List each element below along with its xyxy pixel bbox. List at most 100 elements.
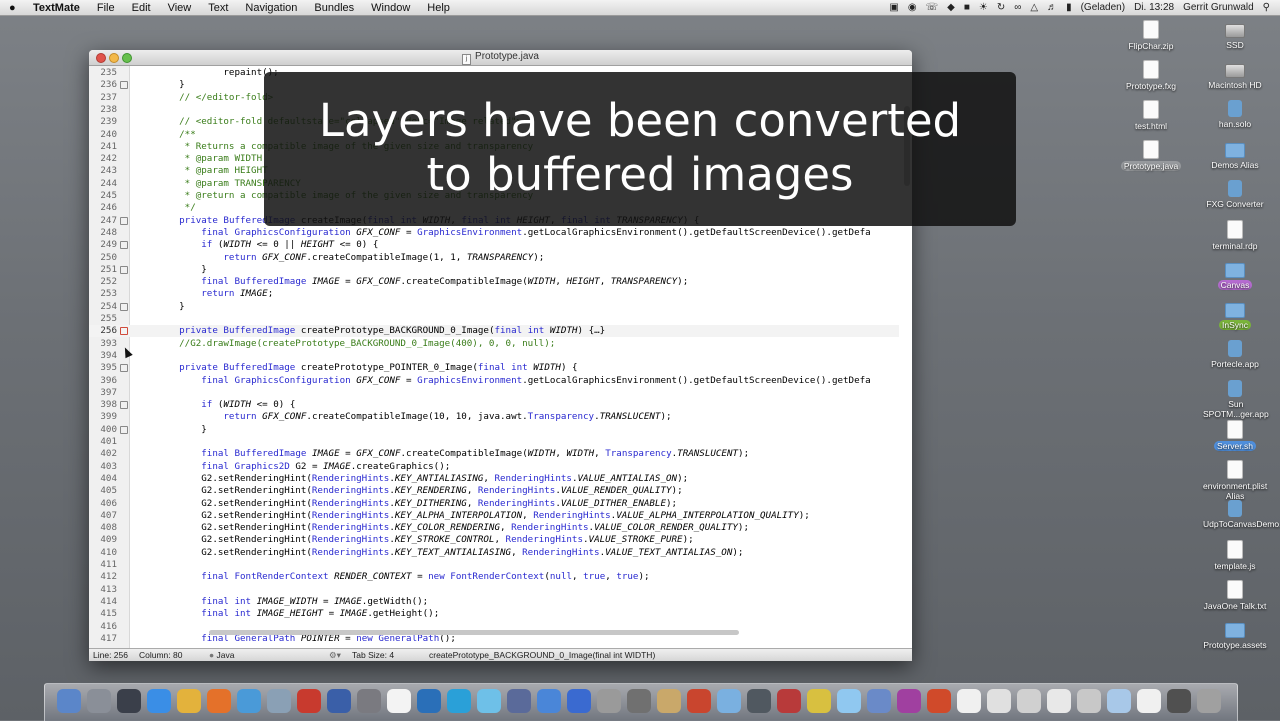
desktop-icon[interactable]: JavaOne Talk.txt: [1200, 580, 1270, 611]
app-store-icon[interactable]: [147, 689, 171, 713]
fold-marker-collapsed-icon[interactable]: [120, 327, 128, 336]
messages-icon[interactable]: ■: [964, 2, 970, 13]
fold-marker-icon[interactable]: [120, 81, 128, 90]
desktop-icon[interactable]: Canvas: [1200, 260, 1270, 290]
tools-icon[interactable]: [627, 689, 651, 713]
menu-edit[interactable]: Edit: [132, 2, 151, 14]
wrench-icon[interactable]: [1047, 689, 1071, 713]
battery-icon[interactable]: ▮: [1066, 2, 1072, 13]
slides-icon[interactable]: [897, 689, 921, 713]
finder-icon[interactable]: [57, 689, 81, 713]
code-line[interactable]: 415 final int IMAGE_HEIGHT = IMAGE.getHe…: [89, 608, 899, 620]
code-line[interactable]: 250 return GFX_CONF.createCompatibleImag…: [89, 252, 899, 264]
desktop-icon[interactable]: Prototype.assets: [1200, 620, 1270, 650]
fold-marker-icon[interactable]: [120, 401, 128, 410]
user-name[interactable]: Gerrit Grunwald: [1183, 2, 1254, 13]
skype-icon[interactable]: [447, 689, 471, 713]
menu-window[interactable]: Window: [371, 2, 410, 14]
desktop-icon[interactable]: FlipChar.zip: [1116, 20, 1186, 51]
vm-icon[interactable]: [747, 689, 771, 713]
code-line[interactable]: 256 private BufferedImage createPrototyp…: [89, 325, 899, 338]
language-selector[interactable]: ● Java: [209, 649, 234, 661]
tab-size-selector[interactable]: Tab Size: 4: [352, 649, 394, 661]
menu-app-name[interactable]: TextMate: [33, 2, 80, 14]
desktop-icon[interactable]: environment.plist Alias: [1200, 460, 1270, 501]
keynote-icon[interactable]: [507, 689, 531, 713]
horizontal-scrollbar[interactable]: [209, 630, 739, 635]
code-line[interactable]: 402 final BufferedImage IMAGE = GFX_CONF…: [89, 448, 899, 460]
code-line[interactable]: 248 final GraphicsConfiguration GFX_CONF…: [89, 227, 899, 239]
fold-marker-icon[interactable]: [120, 364, 128, 373]
code-line[interactable]: 396 final GraphicsConfiguration GFX_CONF…: [89, 375, 899, 387]
fx-icon[interactable]: [717, 689, 741, 713]
menu-navigation[interactable]: Navigation: [245, 2, 297, 14]
fold-marker-icon[interactable]: [120, 425, 128, 434]
desktop-icon[interactable]: InSync: [1200, 300, 1270, 330]
desktop-icon[interactable]: Portecle.app: [1200, 340, 1270, 369]
gear-icon[interactable]: [597, 689, 621, 713]
desktop-icon[interactable]: Macintosh HD: [1200, 60, 1270, 90]
code-line[interactable]: 404 G2.setRenderingHint(RenderingHints.K…: [89, 473, 899, 485]
system-preferences-icon[interactable]: [357, 689, 381, 713]
cube-icon[interactable]: [837, 689, 861, 713]
code-line[interactable]: 254 }: [89, 301, 899, 313]
skype-status-icon[interactable]: ☏: [926, 2, 939, 13]
lightbulb-icon[interactable]: ☀: [979, 2, 988, 13]
symbol-selector[interactable]: createPrototype_BACKGROUND_0_Image(final…: [429, 649, 655, 661]
desktop-icon[interactable]: SSD: [1200, 20, 1270, 50]
fold-marker-icon[interactable]: [120, 265, 128, 274]
launchpad-icon[interactable]: [87, 689, 111, 713]
mission-control-icon[interactable]: [117, 689, 141, 713]
menu-text[interactable]: Text: [208, 2, 228, 14]
fold-marker-icon[interactable]: [120, 216, 128, 225]
box3d-icon[interactable]: [1107, 689, 1131, 713]
code-line[interactable]: 394: [89, 350, 899, 362]
dice-icon[interactable]: [297, 689, 321, 713]
code-line[interactable]: 399 return GFX_CONF.createCompatibleImag…: [89, 411, 899, 423]
java-icon[interactable]: [927, 689, 951, 713]
code-line[interactable]: 253 return IMAGE;: [89, 288, 899, 300]
firefox-icon[interactable]: [207, 689, 231, 713]
window-titlebar[interactable]: j Prototype.java: [89, 50, 912, 66]
download-icon[interactable]: [1077, 689, 1101, 713]
code-line[interactable]: 407 G2.setRenderingHint(RenderingHints.K…: [89, 510, 899, 522]
desktop-icon[interactable]: template.js: [1200, 540, 1270, 571]
desktop-icon[interactable]: FXG Converter: [1200, 180, 1270, 209]
xcode-icon[interactable]: [567, 689, 591, 713]
code-line[interactable]: 251 }: [89, 264, 899, 276]
code-line[interactable]: 412 final FontRenderContext RENDER_CONTE…: [89, 571, 899, 583]
apple-menu-icon[interactable]: ●: [9, 2, 23, 14]
code-line[interactable]: 255: [89, 313, 899, 325]
menu-help[interactable]: Help: [427, 2, 450, 14]
code-line[interactable]: 411: [89, 559, 899, 571]
box-icon[interactable]: [657, 689, 681, 713]
safari-icon[interactable]: [237, 689, 261, 713]
code-line[interactable]: 408 G2.setRenderingHint(RenderingHints.K…: [89, 522, 899, 534]
camera-icon[interactable]: ▣: [889, 2, 898, 13]
wifi-icon[interactable]: △: [1030, 2, 1038, 13]
code-line[interactable]: 400 }: [89, 424, 899, 436]
code-line[interactable]: 249 if (WIDTH <= 0 || HEIGHT <= 0) {: [89, 239, 899, 251]
clock[interactable]: Di. 13:28: [1134, 2, 1174, 13]
network-icon[interactable]: [417, 689, 441, 713]
code-line[interactable]: 252 final BufferedImage IMAGE = GFX_CONF…: [89, 276, 899, 288]
code-line[interactable]: 414 final int IMAGE_WIDTH = IMAGE.getWid…: [89, 596, 899, 608]
settings-gear-icon[interactable]: ⚙▾: [329, 649, 341, 661]
code-line[interactable]: 409 G2.setRenderingHint(RenderingHints.K…: [89, 534, 899, 546]
3d-icon[interactable]: [687, 689, 711, 713]
itunes-icon[interactable]: [537, 689, 561, 713]
desktop-icon[interactable]: Prototype.fxg: [1116, 60, 1186, 91]
calendar-icon[interactable]: [387, 689, 411, 713]
code-line[interactable]: 395 private BufferedImage createPrototyp…: [89, 362, 899, 374]
fireworks-icon[interactable]: [807, 689, 831, 713]
volume-icon[interactable]: ♬: [1047, 2, 1057, 13]
fold-marker-icon[interactable]: [120, 241, 128, 250]
code-line[interactable]: 397: [89, 387, 899, 399]
photos-icon[interactable]: [477, 689, 501, 713]
code-line[interactable]: 410 G2.setRenderingHint(RenderingHints.K…: [89, 547, 899, 559]
battery-status[interactable]: (Geladen): [1081, 2, 1125, 13]
code-line[interactable]: 406 G2.setRenderingHint(RenderingHints.K…: [89, 498, 899, 510]
crossover-icon[interactable]: [777, 689, 801, 713]
code-line[interactable]: 405 G2.setRenderingHint(RenderingHints.K…: [89, 485, 899, 497]
menu-view[interactable]: View: [168, 2, 192, 14]
